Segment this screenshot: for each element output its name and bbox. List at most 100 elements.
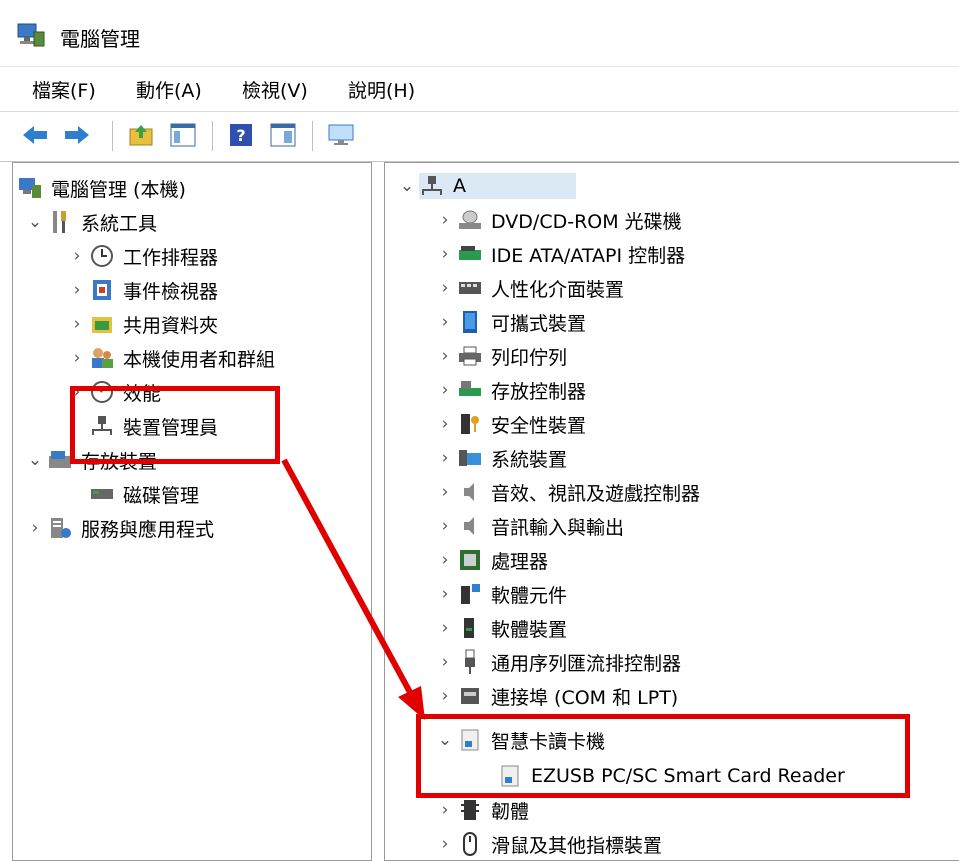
device-category-system-devices[interactable]: › 系統裝置 bbox=[433, 441, 567, 475]
device-manager-icon bbox=[89, 413, 115, 439]
services-icon bbox=[47, 515, 73, 541]
chevron-right-icon[interactable]: › bbox=[433, 834, 457, 854]
tree-item-local-users-groups[interactable]: › 本機使用者和群組 bbox=[65, 341, 275, 375]
svg-text:?: ? bbox=[236, 126, 245, 145]
chevron-right-icon[interactable]: › bbox=[65, 348, 89, 368]
title-bar: 電腦管理 bbox=[0, 0, 959, 67]
device-category-storage-controllers[interactable]: › 存放控制器 bbox=[433, 373, 586, 407]
device-category-processors[interactable]: › 處理器 bbox=[433, 543, 548, 577]
up-folder-icon[interactable] bbox=[126, 120, 156, 150]
dvd-icon bbox=[457, 207, 483, 233]
storage-controller-icon bbox=[457, 377, 483, 403]
software-component-icon bbox=[457, 581, 483, 607]
chevron-down-icon[interactable]: ⌄ bbox=[433, 730, 457, 750]
device-category-security[interactable]: › 安全性裝置 bbox=[433, 407, 586, 441]
device-category-firmware[interactable]: › 韌體 bbox=[433, 793, 529, 827]
portable-device-icon bbox=[457, 309, 483, 335]
chevron-right-icon[interactable]: › bbox=[65, 382, 89, 402]
device-ezusb-smart-card-reader[interactable]: EZUSB PC/SC Smart Card Reader bbox=[497, 759, 845, 793]
computer-icon bbox=[419, 173, 445, 199]
navigation-tree-pane[interactable]: 電腦管理 (本機) ⌄ 系統工具 › 工作排程器 › 事件檢視器 › 共用資料夾… bbox=[12, 162, 372, 861]
chevron-down-icon[interactable]: ⌄ bbox=[23, 212, 47, 232]
chevron-right-icon[interactable]: › bbox=[433, 448, 457, 468]
toolbar-separator bbox=[312, 121, 313, 151]
device-category-print-queue[interactable]: › 列印佇列 bbox=[433, 339, 567, 373]
chevron-right-icon[interactable]: › bbox=[433, 800, 457, 820]
menu-view[interactable]: 檢視(V) bbox=[242, 76, 308, 103]
chevron-right-icon[interactable]: › bbox=[433, 346, 457, 366]
chevron-right-icon[interactable]: › bbox=[433, 516, 457, 536]
back-icon[interactable] bbox=[20, 120, 50, 150]
show-action-pane-icon[interactable] bbox=[268, 120, 298, 150]
chevron-right-icon[interactable]: › bbox=[23, 518, 47, 538]
users-icon bbox=[89, 345, 115, 371]
menu-action[interactable]: 動作(A) bbox=[136, 76, 202, 103]
device-category-smart-card-readers[interactable]: ⌄ 智慧卡讀卡機 bbox=[433, 723, 605, 757]
device-category-software-devices[interactable]: › 軟體裝置 bbox=[433, 611, 567, 645]
device-category-ide[interactable]: › IDE ATA/ATAPI 控制器 bbox=[433, 237, 686, 271]
security-key-icon bbox=[457, 411, 483, 437]
menu-help[interactable]: 說明(H) bbox=[348, 76, 415, 103]
device-category-ports[interactable]: › 連接埠 (COM 和 LPT) bbox=[433, 679, 679, 713]
chevron-right-icon[interactable]: › bbox=[433, 312, 457, 332]
tree-item-system-tools[interactable]: ⌄ 系統工具 bbox=[23, 205, 157, 239]
chevron-right-icon[interactable]: › bbox=[433, 652, 457, 672]
chevron-down-icon[interactable]: ⌄ bbox=[395, 176, 419, 196]
forward-icon[interactable] bbox=[62, 120, 92, 150]
tree-item-performance[interactable]: › 效能 bbox=[65, 375, 161, 409]
chevron-right-icon[interactable]: › bbox=[433, 686, 457, 706]
speaker-icon bbox=[457, 479, 483, 505]
tree-item-disk-management[interactable]: 磁碟管理 bbox=[89, 477, 199, 511]
performance-icon bbox=[89, 379, 115, 405]
device-category-usb[interactable]: › 通用序列匯流排控制器 bbox=[433, 645, 681, 679]
chevron-right-icon[interactable]: › bbox=[433, 210, 457, 230]
chevron-right-icon[interactable]: › bbox=[433, 414, 457, 434]
computer-management-icon bbox=[17, 175, 43, 201]
device-category-software-components[interactable]: › 軟體元件 bbox=[433, 577, 567, 611]
chevron-right-icon[interactable]: › bbox=[433, 584, 457, 604]
chevron-right-icon[interactable]: › bbox=[433, 380, 457, 400]
software-device-icon bbox=[457, 615, 483, 641]
chevron-right-icon[interactable]: › bbox=[65, 280, 89, 300]
monitor-icon[interactable] bbox=[326, 120, 356, 150]
chevron-right-icon[interactable]: › bbox=[65, 314, 89, 334]
chevron-right-icon[interactable]: › bbox=[433, 482, 457, 502]
speaker-icon bbox=[457, 513, 483, 539]
hid-icon bbox=[457, 275, 483, 301]
device-tree-pane[interactable]: ⌄ A › DVD/CD-ROM 光碟機 › IDE ATA/ATAPI 控制器… bbox=[384, 162, 959, 861]
tree-item-shared-folders[interactable]: › 共用資料夾 bbox=[65, 307, 218, 341]
clock-icon bbox=[89, 243, 115, 269]
processor-icon bbox=[457, 547, 483, 573]
firmware-icon bbox=[457, 797, 483, 823]
tree-item-computer-management[interactable]: 電腦管理 (本機) bbox=[17, 171, 186, 205]
toolbar-separator bbox=[112, 121, 113, 151]
menu-file[interactable]: 檔案(F) bbox=[32, 76, 96, 103]
help-icon[interactable]: ? bbox=[226, 120, 256, 150]
menu-bar: 檔案(F) 動作(A) 檢視(V) 說明(H) bbox=[0, 66, 959, 112]
tree-item-event-viewer[interactable]: › 事件檢視器 bbox=[65, 273, 218, 307]
device-category-portable[interactable]: › 可攜式裝置 bbox=[433, 305, 586, 339]
tree-item-storage[interactable]: ⌄ 存放裝置 bbox=[23, 443, 157, 477]
device-root-computer[interactable]: ⌄ A bbox=[395, 169, 576, 203]
tree-item-device-manager[interactable]: 裝置管理員 bbox=[89, 409, 218, 443]
window-title: 電腦管理 bbox=[60, 27, 140, 51]
smart-card-reader-icon bbox=[497, 763, 523, 789]
show-hide-tree-icon[interactable] bbox=[168, 120, 198, 150]
usb-icon bbox=[457, 649, 483, 675]
tree-item-task-scheduler[interactable]: › 工作排程器 bbox=[65, 239, 218, 273]
mouse-icon bbox=[457, 831, 483, 857]
chevron-down-icon[interactable]: ⌄ bbox=[23, 450, 47, 470]
computer-management-icon bbox=[16, 22, 46, 48]
chevron-right-icon[interactable]: › bbox=[433, 550, 457, 570]
tree-item-services-applications[interactable]: › 服務與應用程式 bbox=[23, 511, 214, 545]
device-category-mice[interactable]: › 滑鼠及其他指標裝置 bbox=[433, 827, 662, 860]
device-category-audio-io[interactable]: › 音訊輸入與輸出 bbox=[433, 509, 624, 543]
device-category-dvd[interactable]: › DVD/CD-ROM 光碟機 bbox=[433, 203, 682, 237]
device-category-sound-video-game[interactable]: › 音效、視訊及遊戲控制器 bbox=[433, 475, 700, 509]
chevron-right-icon[interactable]: › bbox=[433, 618, 457, 638]
chevron-right-icon[interactable]: › bbox=[433, 244, 457, 264]
port-icon bbox=[457, 683, 483, 709]
device-category-hid[interactable]: › 人性化介面裝置 bbox=[433, 271, 624, 305]
chevron-right-icon[interactable]: › bbox=[65, 246, 89, 266]
chevron-right-icon[interactable]: › bbox=[433, 278, 457, 298]
